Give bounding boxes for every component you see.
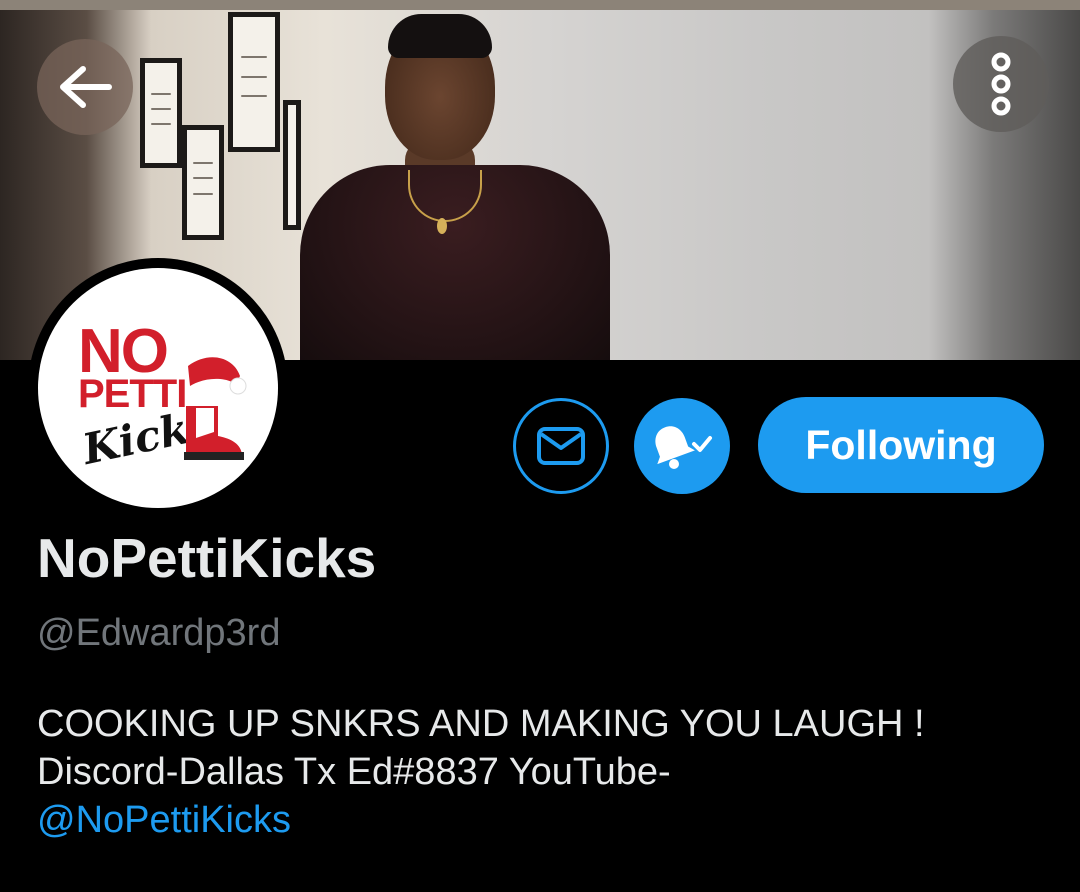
person-hair	[388, 14, 492, 58]
notifications-button[interactable]	[634, 398, 730, 494]
profile-bio: COOKING UP SNKRS AND MAKING YOU LAUGH ! …	[37, 700, 1047, 844]
following-button[interactable]: Following	[758, 397, 1044, 493]
necklace-pendant	[437, 218, 447, 234]
wall-frame	[228, 12, 280, 152]
display-name: NoPettiKicks	[37, 527, 377, 589]
banner-ceiling	[0, 0, 1080, 10]
more-vertical-icon	[991, 52, 1011, 116]
bell-check-icon	[655, 426, 712, 469]
message-button[interactable]	[513, 398, 609, 494]
envelope-icon	[537, 427, 585, 465]
bio-text: COOKING UP SNKRS AND MAKING YOU LAUGH ! …	[37, 703, 925, 793]
more-options-button[interactable]	[953, 36, 1049, 132]
avatar-logo: NO PETTI Kicks	[38, 268, 278, 508]
wall-frame	[182, 125, 224, 240]
wall-frame	[283, 100, 301, 230]
user-handle: @Edwardp3rd	[37, 612, 281, 654]
wall-frame	[140, 58, 182, 168]
bio-link[interactable]: @NoPettiKicks	[37, 799, 291, 841]
back-button[interactable]	[37, 39, 133, 135]
arrow-left-icon	[60, 66, 112, 108]
sneaker-icon	[184, 357, 247, 460]
profile-avatar[interactable]: NO PETTI Kicks	[28, 258, 288, 518]
